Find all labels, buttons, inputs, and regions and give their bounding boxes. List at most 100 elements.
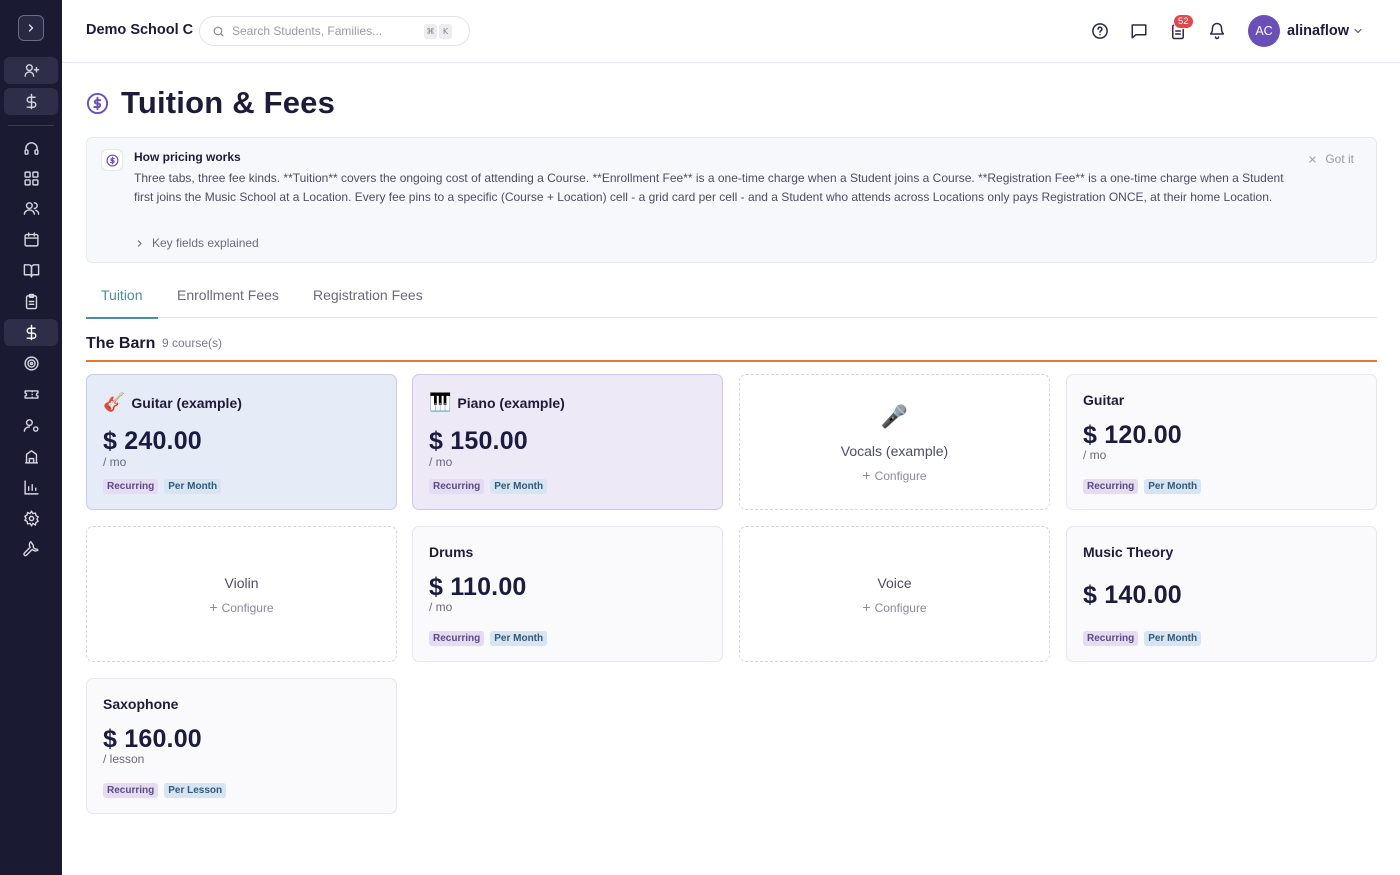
course-card-unconfigured[interactable]: 🎤 Vocals (example) + Configure bbox=[739, 374, 1050, 510]
course-card[interactable]: Music Theory $ 140.00 Recurring Per Mont… bbox=[1066, 526, 1377, 662]
configure-button[interactable]: + Configure bbox=[740, 599, 1049, 615]
messages-button[interactable] bbox=[1128, 20, 1150, 42]
grid-icon bbox=[23, 171, 39, 186]
course-price: $ 140.00 bbox=[1083, 581, 1182, 609]
dollar-circle-icon bbox=[86, 92, 109, 115]
configure-button[interactable]: + Configure bbox=[87, 599, 396, 615]
users-icon bbox=[23, 202, 39, 215]
sidebar-item-dashboard[interactable] bbox=[4, 165, 58, 192]
billing-period-tag: Per Month bbox=[164, 479, 222, 494]
configure-label: Configure bbox=[221, 601, 274, 615]
user-plus-icon bbox=[23, 64, 39, 77]
user-cog-icon bbox=[23, 419, 39, 432]
book-open-icon bbox=[23, 264, 39, 278]
price-unit: / mo bbox=[429, 455, 453, 469]
sidebar-item-billing[interactable] bbox=[4, 88, 58, 115]
chevron-right-icon bbox=[137, 239, 142, 247]
sidebar-item-staff[interactable] bbox=[4, 412, 58, 439]
tab-registration-fees[interactable]: Registration Fees bbox=[313, 287, 423, 317]
search-icon bbox=[213, 26, 224, 36]
sidebar-item-tools[interactable] bbox=[4, 536, 58, 563]
chevron-down-icon[interactable] bbox=[1352, 25, 1364, 37]
top-header: Demo School C ⌘ K 52 AC alinaflow bbox=[62, 0, 1400, 63]
sidebar-item-add-student[interactable] bbox=[4, 57, 58, 84]
course-card-unconfigured[interactable]: Violin + Configure bbox=[86, 526, 397, 662]
sidebar bbox=[0, 0, 62, 875]
info-dollar-icon bbox=[101, 149, 123, 171]
recurring-tag: Recurring bbox=[1083, 631, 1139, 646]
course-price: $ 160.00 bbox=[103, 725, 202, 753]
sidebar-expand-button[interactable] bbox=[18, 15, 44, 41]
sidebar-item-support[interactable] bbox=[4, 135, 58, 162]
wrench-icon bbox=[22, 541, 39, 557]
course-title: Saxophone bbox=[103, 696, 179, 712]
plus-icon: + bbox=[209, 599, 218, 615]
plus-icon: + bbox=[862, 599, 871, 615]
course-title: Voice bbox=[877, 575, 912, 591]
microphone-emoji-icon: 🎤 bbox=[880, 405, 909, 430]
recurring-tag: Recurring bbox=[103, 479, 159, 494]
billing-period-tag: Per Month bbox=[490, 631, 548, 646]
sidebar-item-people[interactable] bbox=[4, 195, 58, 222]
course-card[interactable]: Saxophone $ 160.00 / lesson Recurring Pe… bbox=[86, 678, 397, 814]
configure-label: Configure bbox=[874, 601, 927, 615]
sidebar-item-tickets[interactable] bbox=[4, 381, 58, 408]
sidebar-item-calendar[interactable] bbox=[4, 226, 58, 253]
course-title: Guitar bbox=[1083, 392, 1125, 408]
course-title: Piano (example) bbox=[457, 394, 565, 411]
gear-icon bbox=[23, 510, 39, 527]
course-price: $ 110.00 bbox=[429, 573, 527, 601]
guitar-emoji-icon: 🎸 bbox=[103, 392, 126, 413]
location-divider bbox=[86, 360, 1377, 362]
recurring-tag: Recurring bbox=[429, 631, 485, 646]
page-title: Tuition & Fees bbox=[121, 85, 336, 120]
billing-period-tag: Per Month bbox=[1144, 479, 1202, 494]
course-title: Guitar (example) bbox=[131, 394, 242, 411]
sidebar-item-settings[interactable] bbox=[4, 505, 58, 532]
configure-label: Configure bbox=[874, 469, 927, 483]
info-heading: How pricing works bbox=[134, 150, 241, 164]
notifications-button[interactable] bbox=[1206, 20, 1228, 42]
search-input[interactable] bbox=[232, 24, 422, 38]
school-name[interactable]: Demo School C bbox=[86, 22, 193, 38]
bell-icon bbox=[1209, 22, 1225, 40]
course-card[interactable]: Drums $ 110.00 / mo Recurring Per Month bbox=[412, 526, 723, 662]
sidebar-item-tasks[interactable] bbox=[4, 288, 58, 315]
search-box[interactable]: ⌘ K bbox=[199, 16, 470, 46]
shortcut-key-k: K bbox=[439, 23, 452, 39]
course-card-unconfigured[interactable]: Voice + Configure bbox=[739, 526, 1050, 662]
key-fields-toggle[interactable]: Key fields explained bbox=[135, 236, 259, 250]
course-price: $ 150.00 bbox=[429, 427, 528, 455]
course-title: Drums bbox=[429, 544, 474, 560]
got-it-button[interactable]: Got it bbox=[1308, 152, 1354, 166]
key-fields-label: Key fields explained bbox=[152, 236, 259, 250]
clipboard-icon bbox=[25, 293, 37, 310]
sidebar-item-locations[interactable] bbox=[4, 443, 58, 470]
dollar-icon bbox=[26, 93, 36, 110]
price-unit: / mo bbox=[429, 600, 453, 614]
username[interactable]: alinaflow bbox=[1287, 23, 1349, 39]
sidebar-item-goals[interactable] bbox=[4, 350, 58, 377]
sidebar-item-courses[interactable] bbox=[4, 257, 58, 284]
dollar-icon bbox=[26, 324, 36, 341]
location-name: The Barn bbox=[86, 335, 156, 352]
help-button[interactable] bbox=[1089, 20, 1111, 42]
price-unit: / mo bbox=[103, 455, 127, 469]
recurring-tag: Recurring bbox=[103, 783, 159, 798]
course-price: $ 240.00 bbox=[103, 427, 202, 455]
course-card[interactable]: 🎹 Piano (example) $ 150.00 / mo Recurrin… bbox=[412, 374, 723, 510]
course-title: Music Theory bbox=[1083, 544, 1174, 560]
sidebar-item-tuition[interactable] bbox=[4, 319, 58, 346]
tab-tuition[interactable]: Tuition bbox=[86, 287, 158, 319]
tab-enrollment-fees[interactable]: Enrollment Fees bbox=[177, 287, 279, 317]
billing-period-tag: Per Lesson bbox=[164, 783, 227, 798]
course-card[interactable]: Guitar $ 120.00 / mo Recurring Per Month bbox=[1066, 374, 1377, 510]
headset-icon bbox=[23, 142, 39, 155]
course-card[interactable]: 🎸 Guitar (example) $ 240.00 / mo Recurri… bbox=[86, 374, 397, 510]
message-square-icon bbox=[1131, 24, 1147, 39]
avatar[interactable]: AC bbox=[1248, 15, 1280, 47]
price-unit: / lesson bbox=[103, 752, 145, 766]
configure-button[interactable]: + Configure bbox=[740, 467, 1049, 483]
sidebar-item-reports[interactable] bbox=[4, 474, 58, 501]
calendar-icon bbox=[23, 232, 39, 247]
